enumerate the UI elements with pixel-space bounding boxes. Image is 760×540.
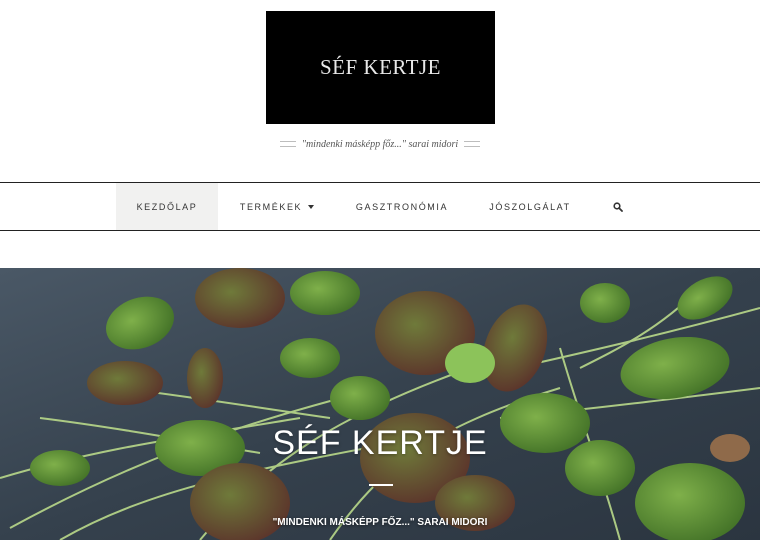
page: SÉF KERTJE "mindenki másképp főz..." sar… — [0, 0, 760, 540]
nav-item-joszolgalat[interactable]: JÓSZOLGÁLAT — [472, 183, 588, 230]
hero-tagline: "MINDENKI MÁSKÉPP FŐZ..." SARAI MIDORI — [272, 517, 488, 528]
nav-item-kezdolap[interactable]: KEZDŐLAP — [116, 183, 218, 230]
nav-item-label: JÓSZOLGÁLAT — [489, 201, 571, 212]
hero-title: SÉF KERTJE — [272, 424, 488, 462]
hero-divider — [369, 484, 393, 486]
tagline-ornament-right — [464, 141, 481, 147]
hero-banner: SÉF KERTJE "MINDENKI MÁSKÉPP FŐZ..." SAR… — [0, 268, 760, 540]
search-button[interactable] — [600, 183, 636, 230]
nav-item-gasztronomia[interactable]: GASZTRONÓMIA — [338, 183, 466, 230]
tagline-text: "mindenki másképp főz..." sarai midori — [301, 138, 459, 150]
site-logo[interactable]: SÉF KERTJE — [266, 11, 495, 124]
nav-item-termekek[interactable]: TERMÉKEK — [228, 183, 326, 230]
caret-down-icon — [308, 204, 315, 209]
site-tagline: "mindenki másképp főz..." sarai midori — [0, 136, 760, 152]
nav-item-label: TERMÉKEK — [239, 201, 303, 212]
hero-image — [0, 268, 760, 540]
nav-item-label: KEZDŐLAP — [136, 201, 198, 212]
main-navigation: KEZDŐLAP TERMÉKEK GASZTRONÓMIA JÓSZOLGÁL… — [0, 182, 760, 231]
tagline-ornament-left — [279, 141, 296, 147]
logo-text: SÉF KERTJE — [319, 55, 441, 79]
search-icon — [613, 201, 623, 212]
nav-item-label: GASZTRONÓMIA — [355, 201, 449, 212]
